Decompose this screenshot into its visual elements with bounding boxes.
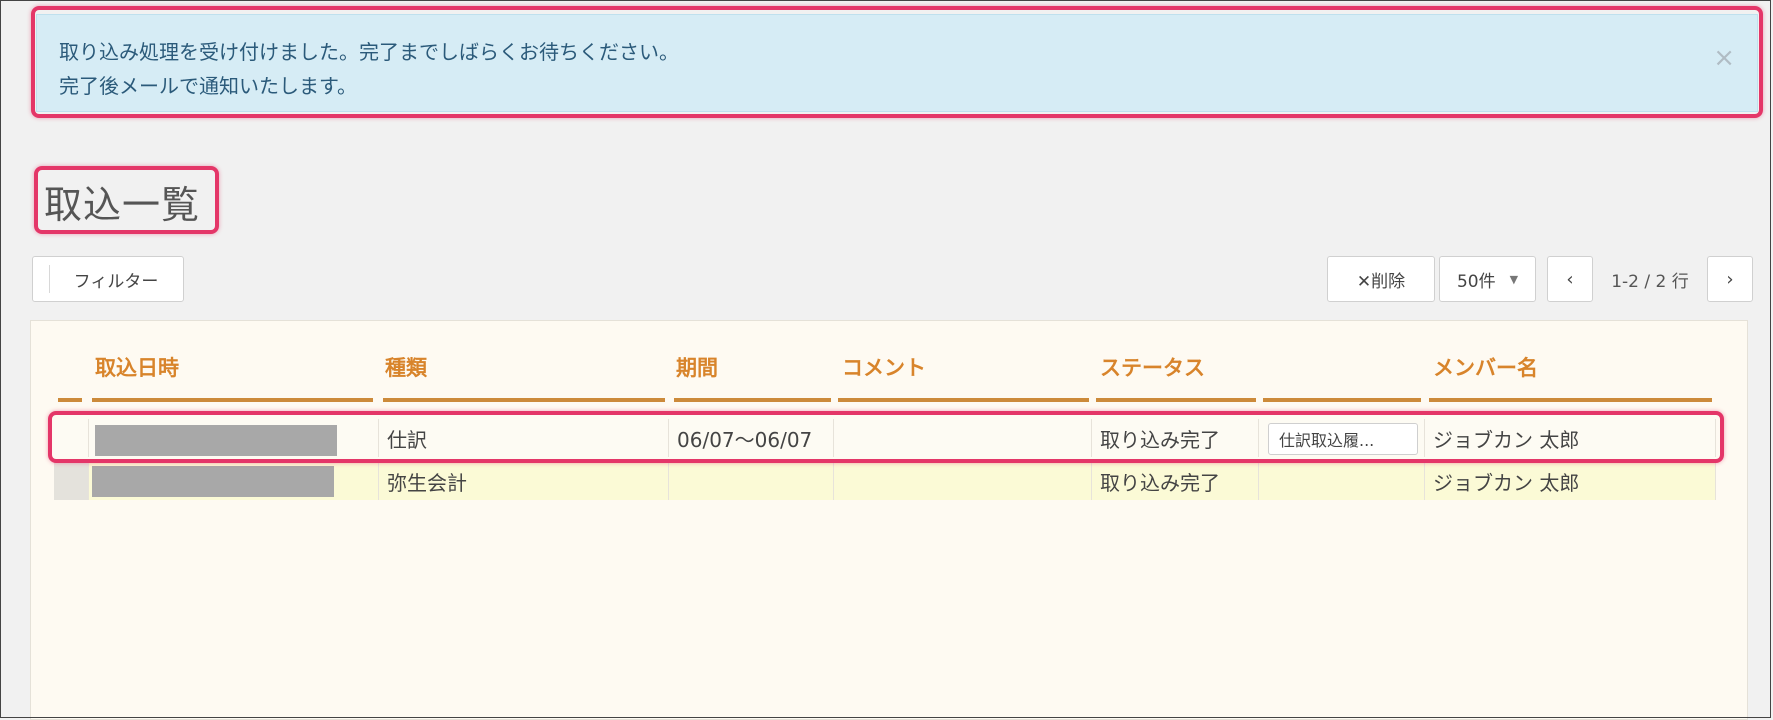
import-history-button[interactable]: 仕訳取込履... xyxy=(1268,423,1418,455)
page-title: 取込一覧 xyxy=(44,183,201,227)
action-cell xyxy=(1259,462,1425,500)
header-status[interactable]: ステータス xyxy=(1100,352,1205,382)
alert-line-2: 完了後メールで通知いたします。 xyxy=(59,74,357,98)
header-import-datetime[interactable]: 取込日時 xyxy=(95,352,179,382)
type-cell: 仕訳 xyxy=(379,419,669,457)
header-divider xyxy=(674,398,831,402)
filter-button[interactable]: フィルター xyxy=(32,256,184,302)
status-cell: 取り込み完了 xyxy=(1092,419,1259,457)
header-divider xyxy=(92,398,373,402)
header-comment[interactable]: コメント xyxy=(842,352,926,382)
header-divider xyxy=(58,398,82,402)
alert-line-1: 取り込み処理を受け付けました。完了までしばらくお待ちください。 xyxy=(59,40,679,64)
redacted-datetime xyxy=(95,425,337,456)
member-cell: ジョブカン 太郎 xyxy=(1425,462,1716,500)
redacted-datetime xyxy=(92,466,334,497)
comment-cell xyxy=(834,462,1092,500)
close-icon[interactable]: × xyxy=(1713,45,1735,71)
row-range: 1-2 / 2 行 xyxy=(1611,271,1689,292)
member-cell: ジョブカン 太郎 xyxy=(1425,419,1716,457)
chevron-down-icon: ▼ xyxy=(1509,272,1519,286)
delete-button[interactable]: ✕削除 xyxy=(1327,256,1435,302)
status-cell: 取り込み完了 xyxy=(1092,462,1259,500)
header-type[interactable]: 種類 xyxy=(385,352,427,382)
period-cell xyxy=(669,462,834,500)
info-alert: 取り込み処理を受け付けました。完了までしばらくお待ちください。 完了後メールで通… xyxy=(36,14,1758,112)
row-checkbox-cell[interactable] xyxy=(54,462,89,500)
header-divider xyxy=(1096,398,1256,402)
period-cell: 06/07～06/07 xyxy=(669,419,834,457)
prev-page-button[interactable]: ‹ xyxy=(1547,256,1593,302)
header-divider xyxy=(383,398,665,402)
type-cell: 弥生会計 xyxy=(379,462,669,500)
per-page-value: 50件 xyxy=(1456,271,1496,292)
header-member[interactable]: メンバー名 xyxy=(1433,352,1538,382)
header-divider xyxy=(838,398,1089,402)
per-page-select[interactable]: 50件 ▼ xyxy=(1439,256,1536,302)
header-divider xyxy=(1263,398,1421,402)
header-period[interactable]: 期間 xyxy=(676,352,718,382)
next-page-button[interactable]: › xyxy=(1707,256,1753,302)
comment-cell xyxy=(834,419,1092,457)
header-divider xyxy=(1429,398,1712,402)
row-checkbox-cell[interactable] xyxy=(54,419,89,457)
